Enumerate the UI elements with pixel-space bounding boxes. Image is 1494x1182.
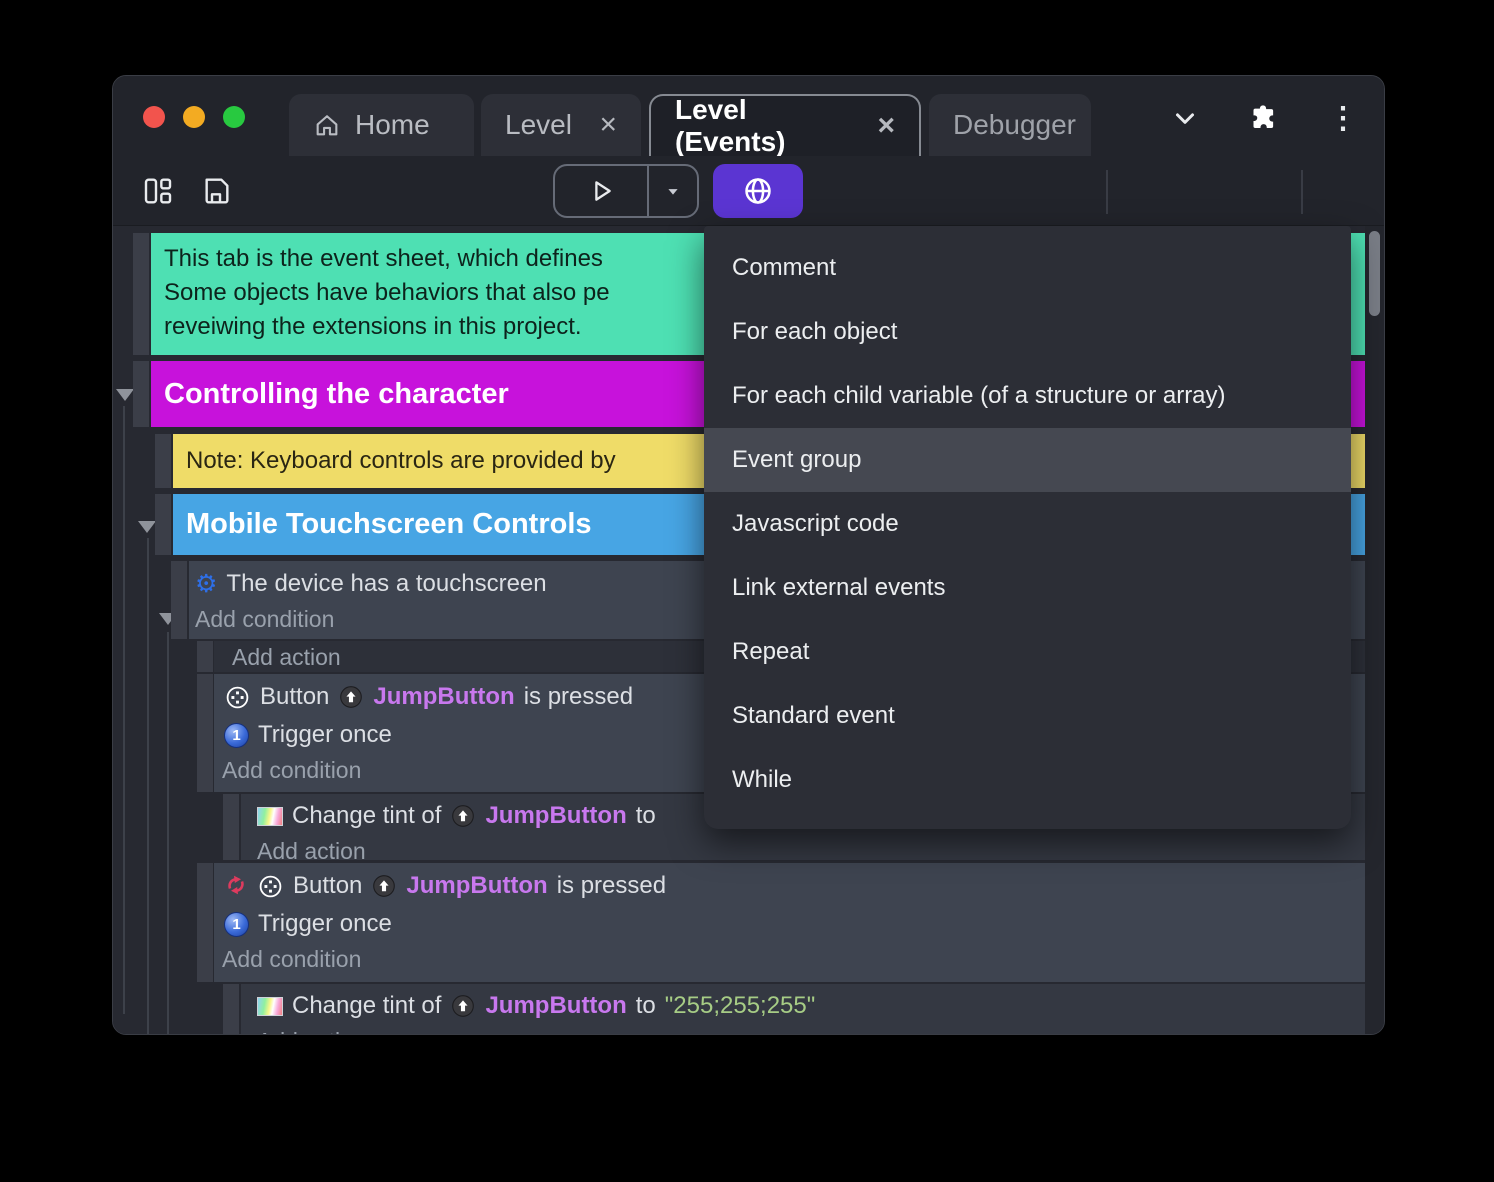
action-text: Change tint of [292,802,441,830]
menu-item-link-external-events[interactable]: Link external events [704,556,1351,620]
tab-bar: Home Level × Level (Events) × Debugger ⋮ [113,76,1384,156]
close-icon[interactable]: × [877,111,895,141]
indent-guide [147,538,149,1034]
toolbar-divider [1106,170,1108,214]
tab-level[interactable]: Level × [481,94,641,156]
toolbar [113,156,1384,226]
jumpbutton-object-icon [338,684,364,710]
construct-editor-window: Home Level × Level (Events) × Debugger ⋮ [112,75,1385,1035]
chevron-down-icon[interactable] [1165,98,1205,138]
menu-item-for-each-child-variable[interactable]: For each child variable (of a structure … [704,364,1351,428]
tint-value: "255;255;255" [665,992,816,1020]
jumpbutton-object-icon [371,873,397,899]
menu-item-while[interactable]: While [704,748,1351,812]
main-menu-panels-icon[interactable] [135,168,181,214]
event-margin [223,984,239,1034]
tab-level-events[interactable]: Level (Events) × [649,94,921,156]
menu-item-event-group[interactable]: Event group [704,428,1351,492]
event-margin [133,361,149,427]
indent-guide [167,632,169,1034]
add-event-type-button[interactable] [713,164,803,218]
globe-icon [742,175,774,207]
menu-item-javascript-code[interactable]: Javascript code [704,492,1351,556]
jumpbutton-object-icon [450,993,476,1019]
action-text: to [636,992,656,1020]
menu-item-repeat[interactable]: Repeat [704,620,1351,684]
tab-home-label: Home [355,109,430,141]
preview-button-group [553,164,699,218]
collapse-arrow-icon[interactable] [138,521,156,533]
condition-text: Trigger once [258,721,392,749]
traffic-zoom-button[interactable] [223,106,245,128]
indent-guide [123,406,125,1014]
event-margin [133,233,149,355]
inverted-condition-icon [224,874,248,898]
event-margin [197,863,213,982]
event-margin [197,641,213,672]
event-margin [155,434,171,488]
play-button[interactable] [555,166,647,216]
condition-text: Trigger once [258,910,392,938]
tab-debugger[interactable]: Debugger [929,94,1091,156]
trigger-once-icon: 1 [224,912,249,937]
play-options-dropdown[interactable] [647,166,697,216]
kebab-menu-icon[interactable]: ⋮ [1323,98,1363,138]
action-text: to [636,802,656,830]
tab-level-label: Level [505,109,572,141]
group-title: Controlling the character [164,378,509,411]
condition-text: The device has a touchscreen [226,570,546,598]
desktop-background: Home Level × Level (Events) × Debugger ⋮ [0,0,1494,1182]
collapse-arrow-icon[interactable] [116,389,134,401]
tab-home[interactable]: Home [289,94,474,156]
menu-item-standard-event[interactable]: Standard event [704,684,1351,748]
tint-color-icon [257,807,283,826]
traffic-minimize-button[interactable] [183,106,205,128]
vertical-scrollbar[interactable] [1365,226,1384,1034]
puzzle-extensions-icon[interactable] [1243,98,1283,138]
add-condition-link[interactable]: Add condition [214,943,1365,975]
trigger-once-icon: 1 [224,723,249,748]
tab-debugger-label: Debugger [953,109,1076,141]
save-icon[interactable] [193,168,239,214]
object-name: JumpButton [485,802,626,830]
condition-text: Button [293,872,362,900]
event-margin [223,794,239,860]
scrollbar-thumb[interactable] [1369,231,1380,316]
object-name: JumpButton [406,872,547,900]
event-block-jumpbutton-inverted[interactable]: Button JumpButton is pressed 1 Trigger o… [214,863,1365,982]
gamepad-icon [257,873,284,900]
object-name: JumpButton [485,992,626,1020]
action-block-tint-white[interactable]: Change tint of JumpButton to "255;255;25… [241,984,1365,1035]
group-title: Mobile Touchscreen Controls [186,508,592,541]
gamepad-icon [224,684,251,711]
system-gear-icon: ⚙ [195,572,217,597]
condition-text: is pressed [557,872,666,900]
event-margin [197,674,213,792]
jumpbutton-object-icon [450,803,476,829]
add-action-link[interactable]: Add action [241,835,1365,860]
add-action-link[interactable]: Add action [241,1025,1365,1035]
menu-item-comment[interactable]: Comment [704,236,1351,300]
traffic-close-button[interactable] [143,106,165,128]
action-text: Change tint of [292,992,441,1020]
tint-color-icon [257,997,283,1016]
condition-text: Button [260,683,329,711]
toolbar-divider [1301,170,1303,214]
tab-level-events-label: Level (Events) [675,94,863,158]
condition-text: is pressed [524,683,633,711]
event-margin [155,494,171,555]
add-event-dropdown-menu: Comment For each object For each child v… [704,226,1351,829]
menu-item-for-each-object[interactable]: For each object [704,300,1351,364]
object-name: JumpButton [373,683,514,711]
event-margin [171,561,187,639]
close-icon[interactable]: × [599,110,617,140]
note-text: Note: Keyboard controls are provided by [186,447,616,475]
home-icon [313,111,341,139]
